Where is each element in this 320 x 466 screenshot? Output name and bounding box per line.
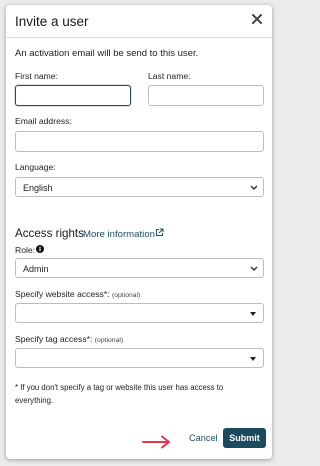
language-label: Language: (15, 162, 56, 172)
access-note: * If you don't specify a tag or website … (15, 383, 224, 405)
arrow-right-icon (142, 435, 170, 449)
submit-button[interactable]: Submit (223, 428, 266, 448)
tag-access-label-text: Specify tag access*: (15, 334, 93, 344)
last-name-input[interactable] (148, 85, 264, 106)
role-value: Admin (23, 264, 49, 274)
modal-title: Invite a user (15, 14, 89, 29)
more-information-link[interactable]: More information (83, 229, 155, 240)
info-icon[interactable] (36, 245, 44, 253)
tag-access-optional: (optional) (94, 337, 124, 344)
role-select[interactable]: Admin (15, 258, 264, 278)
invite-user-modal: Invite a user An activation email will b… (6, 5, 272, 459)
role-label: Role: (15, 245, 36, 255)
caret-down-icon (250, 312, 256, 316)
modal-header: Invite a user (6, 5, 272, 38)
first-name-input[interactable] (15, 85, 131, 106)
last-name-label: Last name: (148, 71, 191, 81)
chevron-down-icon (250, 266, 258, 271)
caret-down-icon (250, 357, 256, 361)
email-input[interactable] (15, 131, 264, 152)
website-access-select[interactable] (15, 303, 264, 323)
website-access-optional: (optional) (111, 292, 141, 299)
website-access-label-text: Specify website access*: (15, 289, 110, 299)
chevron-down-icon (250, 185, 258, 190)
tag-access-label: Specify tag access*: (optional) (15, 334, 123, 344)
close-icon[interactable] (251, 12, 263, 26)
intro-text: An activation email will be send to this… (15, 48, 199, 59)
language-select[interactable]: English (15, 177, 264, 197)
website-access-label: Specify website access*: (optional) (15, 289, 140, 299)
language-value: English (23, 183, 53, 193)
access-rights-title: Access rights (15, 227, 84, 240)
tag-access-select[interactable] (15, 348, 264, 368)
email-label: Email address: (15, 116, 72, 126)
external-link-icon[interactable] (155, 228, 164, 237)
first-name-label: First name: (15, 71, 58, 81)
cancel-button[interactable]: Cancel (189, 433, 218, 443)
